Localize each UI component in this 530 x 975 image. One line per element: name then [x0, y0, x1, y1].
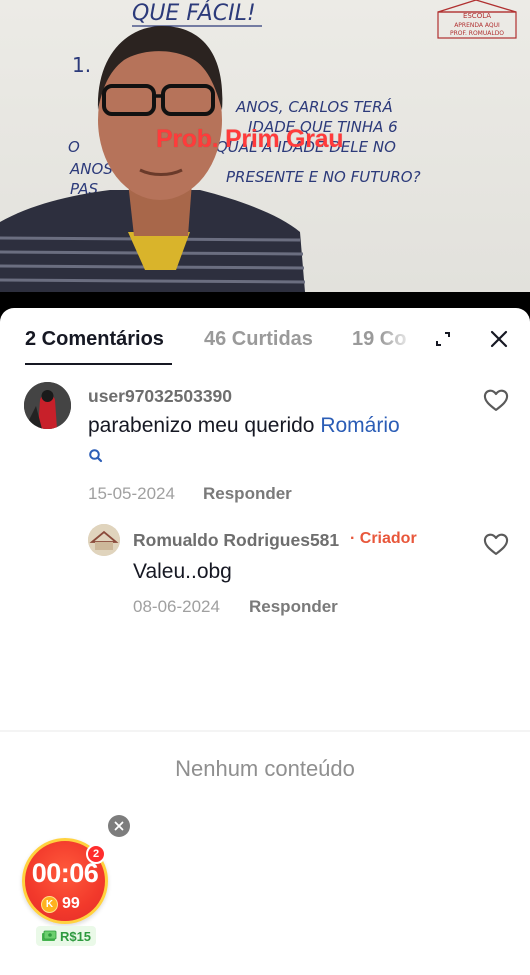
reply-username[interactable]: Romualdo Rodrigues581 — [133, 530, 339, 551]
reply-text: Valeu..obg — [133, 560, 232, 583]
comment-body: parabenizo meu querido — [88, 414, 321, 437]
close-icon[interactable] — [484, 324, 514, 354]
video-caption: Prob. Prim Grau — [156, 125, 344, 153]
coin-icon: K — [41, 895, 58, 913]
expand-icon[interactable] — [428, 324, 458, 354]
close-circle-icon[interactable] — [108, 815, 130, 837]
svg-text:APRENDA AQUI: APRENDA AQUI — [454, 22, 500, 29]
comment-date: 15-05-2024 — [88, 484, 175, 503]
svg-text:PROF. ROMUALDO: PROF. ROMUALDO — [450, 30, 504, 37]
svg-text:1.: 1. — [72, 53, 91, 77]
reward-coin-row: K 99 — [41, 894, 91, 914]
notification-badge: 2 — [86, 844, 106, 864]
comment-text: parabenizo meu querido Romário — [88, 414, 400, 438]
tab-fade — [380, 324, 420, 356]
heart-outline-icon[interactable] — [482, 530, 510, 558]
reward-coins: 99 — [62, 895, 80, 912]
svg-text:O: O — [68, 138, 80, 156]
empty-state-text: Nenhum conteúdo — [175, 756, 355, 781]
svg-text:PRESENTE E NO FUTURO?: PRESENTE E NO FUTURO? — [226, 168, 421, 186]
avatar[interactable] — [88, 524, 120, 556]
creator-badge: · Criador — [350, 530, 417, 547]
sheet-tabs: 2 Comentários 46 Curtidas 19 Co — [0, 308, 530, 368]
video-player[interactable]: QUE FÁCIL! 1. ANOS, CARLOS TERÁ IDADE QU… — [0, 0, 530, 292]
active-tab-indicator — [25, 363, 172, 365]
search-icon[interactable] — [88, 448, 106, 466]
tab-comments[interactable]: 2 Comentários — [25, 328, 164, 351]
svg-text:ESCOLA: ESCOLA — [463, 12, 491, 20]
avatar[interactable] — [24, 382, 71, 429]
svg-text:ANOS: ANOS — [69, 160, 113, 178]
reply-button[interactable]: Responder — [249, 597, 338, 617]
money-icon — [41, 930, 57, 941]
money-amount: R$15 — [59, 928, 92, 944]
mention-link[interactable]: Romário — [320, 414, 399, 437]
reply-date: 08-06-2024 — [133, 597, 220, 616]
heart-outline-icon[interactable] — [482, 386, 510, 414]
reply-button[interactable]: Responder — [203, 484, 292, 504]
presenter-figure — [0, 26, 306, 292]
tab-likes[interactable]: 46 Curtidas — [204, 328, 313, 351]
school-logo: ESCOLA APRENDA AQUI PROF. ROMUALDO — [437, 0, 517, 39]
comment-username[interactable]: user97032503390 — [88, 386, 232, 407]
board-title: QUE FÁCIL! — [132, 0, 256, 26]
section-divider — [0, 730, 530, 732]
svg-text:ANOS, CARLOS TERÁ: ANOS, CARLOS TERÁ — [235, 97, 393, 116]
money-pill[interactable]: R$15 — [36, 926, 96, 946]
